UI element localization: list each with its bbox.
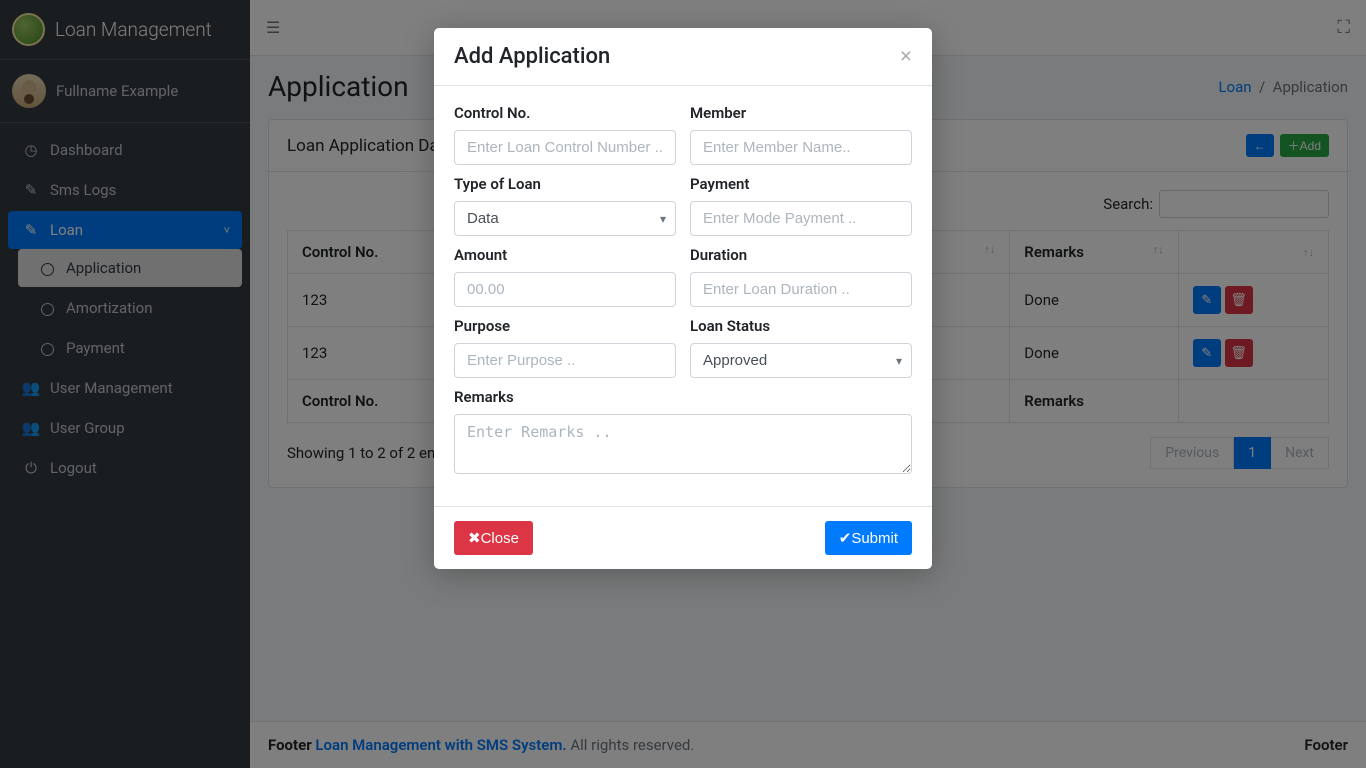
modal-footer: ✖ Close ✔ Submit: [434, 506, 932, 569]
x-icon: ✖: [468, 529, 481, 547]
input-control-no[interactable]: [454, 130, 676, 165]
label-amount: Amount: [454, 246, 676, 264]
label-type-of-loan: Type of Loan: [454, 175, 676, 193]
input-duration[interactable]: [690, 272, 912, 307]
modal-add-application: Add Application × Control No. Member Typ…: [434, 28, 932, 569]
close-icon[interactable]: ×: [900, 45, 912, 69]
input-member[interactable]: [690, 130, 912, 165]
textarea-remarks[interactable]: [454, 414, 912, 474]
submit-button[interactable]: ✔ Submit: [825, 521, 912, 555]
input-amount[interactable]: [454, 272, 676, 307]
close-button[interactable]: ✖ Close: [454, 521, 533, 555]
modal-header: Add Application ×: [434, 28, 932, 86]
label-member: Member: [690, 104, 912, 122]
label-payment: Payment: [690, 175, 912, 193]
modal-title: Add Application: [454, 44, 610, 69]
input-payment[interactable]: [690, 201, 912, 236]
check-icon: ✔: [839, 529, 852, 547]
input-purpose[interactable]: [454, 343, 676, 378]
modal-body: Control No. Member Type of Loan Data Pay…: [434, 86, 932, 506]
label-purpose: Purpose: [454, 317, 676, 335]
select-type-of-loan[interactable]: Data: [454, 201, 676, 236]
select-loan-status[interactable]: Approved: [690, 343, 912, 378]
label-control-no: Control No.: [454, 104, 676, 122]
label-loan-status: Loan Status: [690, 317, 912, 335]
label-duration: Duration: [690, 246, 912, 264]
label-remarks: Remarks: [454, 388, 912, 406]
